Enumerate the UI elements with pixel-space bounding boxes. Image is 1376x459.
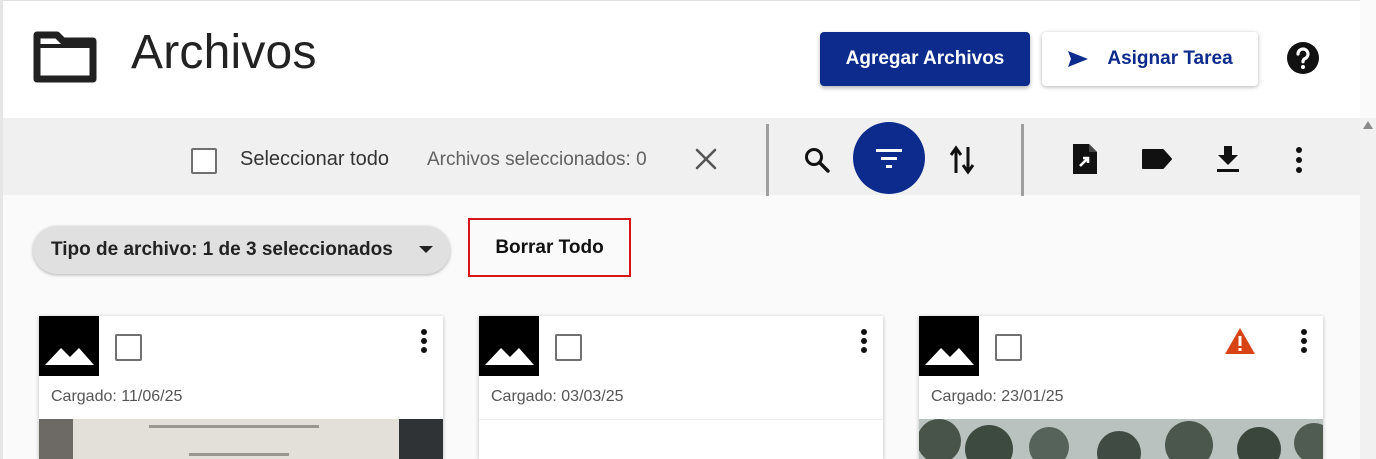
- selection-toolbar: Seleccionar todo Archivos seleccionados:…: [3, 118, 1360, 196]
- more-vert-icon[interactable]: [857, 328, 871, 354]
- uploaded-date: Cargado: 23/01/25: [931, 388, 1064, 405]
- warning-icon: [1225, 328, 1255, 354]
- uploaded-date: Cargado: 11/06/25: [51, 388, 183, 405]
- vertical-scrollbar[interactable]: [1360, 118, 1376, 459]
- toolbar-divider: [766, 124, 769, 196]
- selected-count-text: Archivos seleccionados: 0: [427, 149, 647, 170]
- scroll-up-arrow-icon[interactable]: [1363, 121, 1373, 129]
- select-all-checkbox[interactable]: [191, 148, 217, 174]
- image-type-icon: [919, 316, 979, 376]
- image-type-icon: [479, 316, 539, 376]
- more-vert-icon[interactable]: [1292, 146, 1306, 174]
- help-icon[interactable]: [1286, 41, 1320, 75]
- file-select-checkbox[interactable]: [995, 334, 1022, 361]
- file-type-filter-label: Tipo de archivo: 1 de 3 seleccionados: [51, 239, 393, 260]
- file-card[interactable]: Cargado: 23/01/25: [919, 316, 1323, 459]
- blank-preview[interactable]: [479, 419, 883, 459]
- file-select-checkbox[interactable]: [115, 334, 142, 361]
- add-files-label: Agregar Archivos: [845, 48, 1005, 69]
- more-vert-icon[interactable]: [1297, 328, 1311, 354]
- assign-task-button[interactable]: Asignar Tarea: [1042, 32, 1258, 86]
- file-type-filter-chip[interactable]: Tipo de archivo: 1 de 3 seleccionados: [33, 226, 450, 274]
- file-select-checkbox[interactable]: [555, 334, 582, 361]
- filter-icon: [876, 149, 902, 168]
- file-card[interactable]: Cargado: 11/06/25: [39, 316, 443, 459]
- assign-task-label: Asignar Tarea: [1107, 48, 1233, 69]
- clear-selection-icon[interactable]: [695, 148, 717, 170]
- image-type-icon: [39, 316, 99, 376]
- toolbar-divider: [1021, 124, 1024, 196]
- uploaded-date: Cargado: 03/03/25: [491, 388, 624, 405]
- download-icon[interactable]: [1215, 144, 1241, 174]
- chevron-down-icon: [419, 246, 433, 253]
- clear-all-label: Borrar Todo: [495, 236, 604, 258]
- file-export-icon[interactable]: [1071, 142, 1099, 176]
- receipt-photo-preview[interactable]: [39, 419, 443, 459]
- search-icon[interactable]: [803, 146, 831, 174]
- filter-button[interactable]: [853, 122, 925, 194]
- tag-icon[interactable]: [1141, 148, 1173, 170]
- more-vert-icon[interactable]: [417, 328, 431, 354]
- select-all-label[interactable]: Seleccionar todo: [240, 148, 389, 171]
- folder-icon: [33, 31, 97, 83]
- send-icon: [1068, 51, 1089, 67]
- page-header: Archivos Agregar Archivos Asignar Tarea: [3, 0, 1360, 118]
- add-files-button[interactable]: Agregar Archivos: [820, 32, 1030, 86]
- sort-icon[interactable]: [949, 145, 975, 175]
- clear-all-button[interactable]: Borrar Todo: [468, 218, 631, 277]
- page-title: Archivos: [131, 26, 317, 79]
- file-card[interactable]: Cargado: 03/03/25: [479, 316, 883, 459]
- trees-photo-preview[interactable]: [919, 419, 1323, 459]
